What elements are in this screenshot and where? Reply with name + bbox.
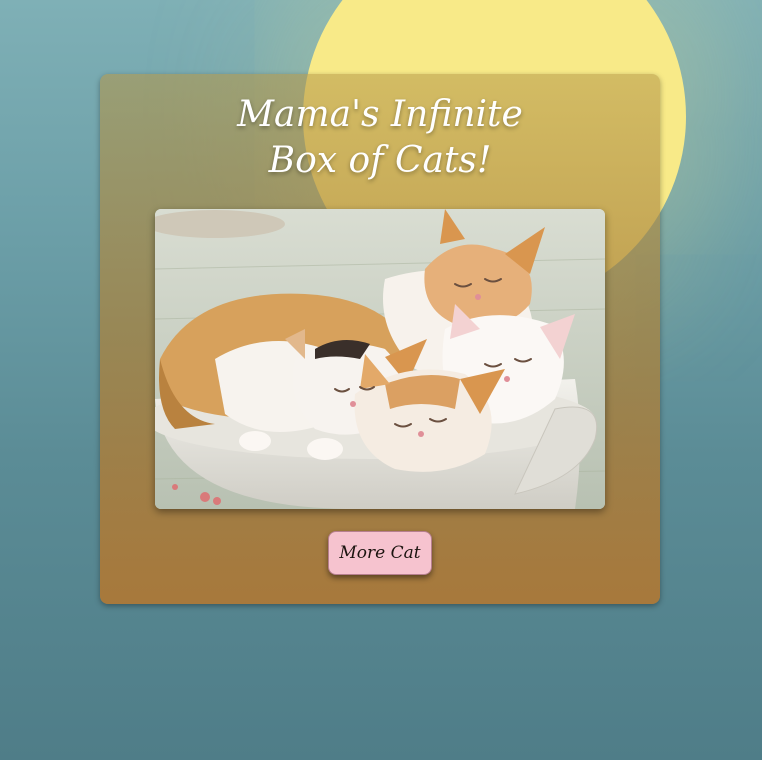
- title-line-1: Mama's Infinite: [237, 94, 523, 135]
- cat-photo: [155, 209, 605, 509]
- cat-card: Mama's Infinite Box of Cats! More Cat: [100, 74, 660, 604]
- page-title: Mama's Infinite Box of Cats!: [100, 92, 660, 184]
- more-cat-button[interactable]: More Cat: [328, 531, 432, 575]
- title-line-2: Box of Cats!: [268, 140, 492, 181]
